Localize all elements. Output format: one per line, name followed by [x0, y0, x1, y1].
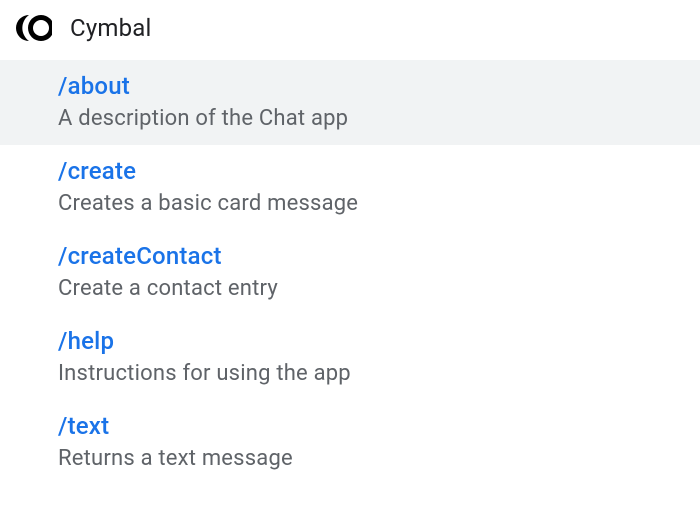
command-description: Creates a basic card message	[58, 191, 700, 216]
command-name: /help	[58, 327, 700, 355]
app-header: Cymbal	[0, 0, 700, 60]
command-description: Returns a text message	[58, 446, 700, 471]
command-item-create[interactable]: /create Creates a basic card message	[0, 145, 700, 230]
command-item-text[interactable]: /text Returns a text message	[0, 400, 700, 485]
command-name: /about	[58, 72, 700, 100]
app-logo-icon	[16, 10, 52, 46]
command-item-help[interactable]: /help Instructions for using the app	[0, 315, 700, 400]
command-name: /createContact	[58, 242, 700, 270]
slash-command-list: /about A description of the Chat app /cr…	[0, 60, 700, 485]
command-name: /text	[58, 412, 700, 440]
app-name: Cymbal	[70, 14, 152, 42]
command-name: /create	[58, 157, 700, 185]
command-item-about[interactable]: /about A description of the Chat app	[0, 60, 700, 145]
command-item-createcontact[interactable]: /createContact Create a contact entry	[0, 230, 700, 315]
command-description: A description of the Chat app	[58, 106, 700, 131]
command-description: Create a contact entry	[58, 276, 700, 301]
command-description: Instructions for using the app	[58, 361, 700, 386]
